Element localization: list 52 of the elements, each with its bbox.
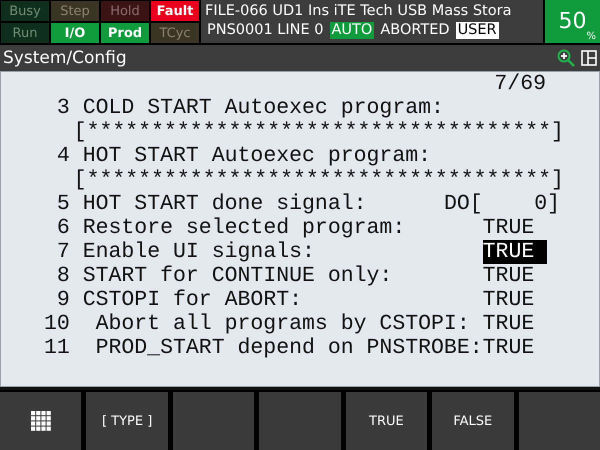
item-number: 8 [56,264,70,288]
setting-label: HOT START done signal: [82,192,367,216]
setting-value[interactable]: TRUE [482,240,548,264]
status-indicator: Busy [1,1,49,21]
setting-label: PROD_START depend on PNSTROBE: [96,336,483,360]
setting-label: COLD START Autoexec program: [82,96,444,120]
setting-value[interactable]: DO[ 0] [444,192,560,216]
item-number: 3 [56,96,70,120]
setting-label: Restore selected program: [82,216,406,240]
item-number: 7 [56,240,70,264]
menu-icon [30,411,51,431]
status-indicator: Run [1,23,49,43]
item-number: 6 [56,216,70,240]
setting-value[interactable]: TRUE [482,312,534,336]
setting-value[interactable]: TRUE [482,288,534,312]
status-indicator: I/O [51,23,99,43]
setting-value[interactable]: [************************************] [74,168,564,192]
status-text: ABORTED [379,22,451,39]
override-display[interactable]: 50 % [545,0,600,43]
status-text: USER [456,22,499,39]
setting-label: START for CONTINUE only: [82,264,392,288]
setting-value[interactable]: [************************************] [74,120,564,144]
setting-value[interactable]: TRUE [482,336,534,360]
status-indicator: Hold [101,1,149,21]
setting-value[interactable]: TRUE [482,216,534,240]
status-text: PNS0001 LINE 0 [206,22,325,39]
function-key[interactable]: TRUE [346,392,428,450]
item-number: 9 [56,288,70,312]
function-key[interactable]: [ TYPE ] [86,392,168,450]
status-indicator: TCyc [151,23,199,43]
status-indicator: Fault [151,1,199,21]
setting-label: CSTOPI for ABORT: [82,288,302,312]
item-number: 11 [44,336,70,360]
item-number: 4 [56,144,70,168]
zoom-in-icon[interactable] [557,49,575,67]
layout-icon[interactable] [581,50,597,66]
status-message: FILE-066 UD1 Ins iTE Tech USB Mass Stora [205,3,512,19]
setting-value[interactable]: TRUE [482,264,534,288]
setting-label: Enable UI signals: [82,240,315,264]
function-key[interactable]: FALSE [432,392,514,450]
override-unit: % [586,31,596,42]
status-indicator: Prod [101,23,149,43]
override-value: 50 [558,9,586,34]
menu-key[interactable] [0,392,82,450]
setting-label: HOT START Autoexec program: [82,144,432,168]
screen-title: System/Config [3,48,127,68]
item-number: 5 [56,192,70,216]
setting-label: Abort all programs by CSTOPI: [96,312,470,336]
status-text: AUTO [330,22,374,39]
page-counter: 7/69 [494,72,546,96]
status-indicator: Step [51,1,99,21]
item-number: 10 [44,312,70,336]
